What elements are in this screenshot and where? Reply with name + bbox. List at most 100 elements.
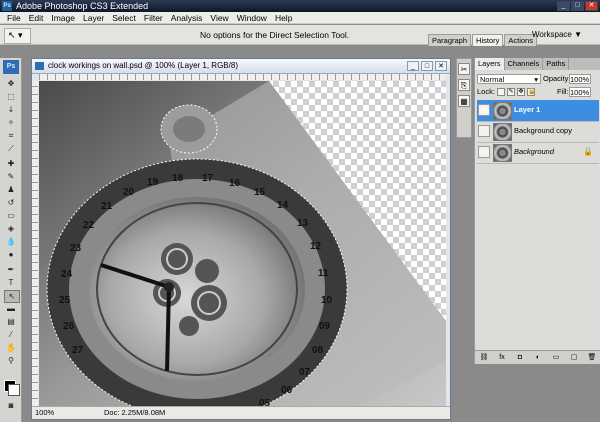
- layer-row-background[interactable]: Background 🔒: [477, 142, 599, 164]
- paint-bucket-icon[interactable]: ◈: [4, 223, 18, 234]
- clock-number: 06: [281, 385, 293, 396]
- doc-maximize-button[interactable]: □: [421, 61, 433, 71]
- link-layers-icon[interactable]: ⛓: [479, 353, 489, 362]
- background-color-swatch[interactable]: [8, 384, 20, 396]
- layer-row-layer-1[interactable]: 👁 Layer 1: [477, 100, 599, 122]
- clock-number: 18: [172, 173, 184, 184]
- doc-close-button[interactable]: ✕: [435, 61, 447, 71]
- menu-file[interactable]: File: [3, 12, 25, 24]
- layer-row-background-copy[interactable]: Background copy: [477, 121, 599, 143]
- eye-icon[interactable]: 👁: [478, 104, 490, 116]
- clock-number: 21: [101, 201, 113, 212]
- blur-tool-icon[interactable]: 💧: [4, 236, 18, 247]
- menu-image[interactable]: Image: [47, 12, 79, 24]
- lock-all-icon[interactable]: 🔒: [527, 88, 535, 96]
- lock-label: Lock:: [477, 87, 495, 96]
- clock-number: 23: [70, 243, 82, 254]
- clock-number: 26: [63, 321, 75, 332]
- clock-number: 22: [83, 220, 95, 231]
- adjustment-layer-icon[interactable]: ◐: [533, 353, 543, 362]
- marquee-tool-icon[interactable]: ⬚: [4, 91, 18, 102]
- lock-image-icon[interactable]: ✎: [507, 88, 515, 96]
- lock-position-icon[interactable]: ✥: [517, 88, 525, 96]
- lock-transparent-icon[interactable]: [497, 88, 505, 96]
- new-layer-icon[interactable]: ▢: [569, 353, 579, 362]
- clock-number: 11: [318, 268, 329, 279]
- notes-tool-icon[interactable]: ▤: [4, 316, 18, 327]
- layer-thumbnail: [493, 123, 512, 141]
- layer-name: Background: [514, 147, 555, 156]
- menu-filter[interactable]: Filter: [140, 12, 167, 24]
- clock-photo: 18 17 16 15 14 13 12 11 10 09 08 07 06 0…: [39, 81, 446, 407]
- workspace-menu[interactable]: Workspace ▼: [532, 30, 582, 40]
- maximize-button[interactable]: □: [571, 1, 584, 11]
- brushes-panel-icon[interactable]: ▦: [458, 95, 470, 107]
- close-button[interactable]: ✕: [585, 1, 598, 11]
- clock-minute-hand: [165, 286, 171, 372]
- menu-select[interactable]: Select: [108, 12, 140, 24]
- clock-number: 12: [310, 241, 322, 252]
- tab-paths[interactable]: Paths: [543, 58, 570, 70]
- visibility-toggle[interactable]: [478, 146, 490, 158]
- eraser-tool-icon[interactable]: ▭: [4, 210, 18, 221]
- brush-tool-icon[interactable]: ✎: [4, 171, 18, 182]
- title-bar: Ps Adobe Photoshop CS3 Extended _ □ ✕: [0, 0, 600, 12]
- visibility-toggle[interactable]: [478, 125, 490, 137]
- magic-wand-icon[interactable]: ✧: [4, 117, 18, 128]
- shape-tool-icon[interactable]: ▬: [4, 303, 18, 314]
- move-tool-icon[interactable]: ✥: [4, 78, 18, 89]
- image-canvas[interactable]: 18 17 16 15 14 13 12 11 10 09 08 07 06 0…: [39, 81, 446, 407]
- eyedropper-tool-icon[interactable]: ⁄: [4, 329, 18, 340]
- stamp-tool-icon[interactable]: ♟: [4, 184, 18, 195]
- tab-paragraph[interactable]: Paragraph: [428, 34, 472, 46]
- clock-number: 17: [202, 173, 214, 184]
- trash-icon[interactable]: 🗑: [587, 353, 597, 362]
- blend-mode-select[interactable]: Normal ▾: [477, 74, 541, 84]
- tool-preset-picker[interactable]: ↖ ▾: [4, 28, 31, 44]
- crop-tool-icon[interactable]: ⌗: [4, 130, 18, 141]
- zoom-tool-icon[interactable]: ⚲: [4, 355, 18, 366]
- hand-tool-icon[interactable]: ✋: [4, 342, 18, 353]
- opacity-field[interactable]: 100%: [569, 74, 591, 84]
- horizontal-ruler: [39, 74, 446, 80]
- fill-label: Fill:: [557, 87, 569, 96]
- lock-icon: 🔒: [583, 147, 593, 156]
- clock-number: 19: [147, 177, 159, 188]
- layers-panel: Layers Channels Paths Normal ▾ Opacity: 1…: [474, 58, 600, 364]
- layer-thumbnail: [493, 144, 512, 162]
- menu-help[interactable]: Help: [271, 12, 296, 24]
- tab-channels[interactable]: Channels: [505, 58, 544, 70]
- fill-field[interactable]: 100%: [569, 87, 591, 97]
- direct-selection-tool-icon[interactable]: ↖: [4, 290, 20, 303]
- menu-layer[interactable]: Layer: [79, 12, 108, 24]
- app-title: Adobe Photoshop CS3 Extended: [16, 1, 149, 11]
- doc-minimize-button[interactable]: _: [407, 61, 419, 71]
- add-mask-icon[interactable]: ◘: [515, 353, 525, 362]
- menu-edit[interactable]: Edit: [25, 12, 48, 24]
- tool-presets-icon[interactable]: ✂: [458, 63, 470, 75]
- menu-window[interactable]: Window: [233, 12, 271, 24]
- dodge-tool-icon[interactable]: ●: [4, 249, 18, 260]
- slice-tool-icon[interactable]: ⟋: [4, 143, 18, 154]
- layers-panel-tabs: Layers Channels Paths: [475, 58, 600, 70]
- pen-tool-icon[interactable]: ✒: [4, 264, 18, 275]
- document-size-info[interactable]: Doc: 2.25M/8.08M: [104, 407, 165, 419]
- tab-history[interactable]: History: [472, 34, 504, 46]
- fx-icon[interactable]: fx: [497, 353, 507, 362]
- clock-number: 14: [277, 200, 289, 211]
- history-brush-icon[interactable]: ↺: [4, 197, 18, 208]
- clock-number: 20: [123, 187, 135, 198]
- healing-brush-icon[interactable]: ✚: [4, 158, 18, 169]
- clock-face: [89, 197, 305, 381]
- type-tool-icon[interactable]: T: [4, 277, 18, 288]
- tab-layers[interactable]: Layers: [475, 58, 505, 70]
- minimize-button[interactable]: _: [557, 1, 570, 11]
- zoom-level[interactable]: 100%: [35, 407, 54, 419]
- new-group-icon[interactable]: ▭: [551, 353, 561, 362]
- quick-mask-icon[interactable]: ◙: [4, 400, 18, 411]
- clock-number: 16: [229, 178, 241, 189]
- menu-analysis[interactable]: Analysis: [167, 12, 207, 24]
- lasso-tool-icon[interactable]: ↆ: [4, 104, 18, 115]
- menu-view[interactable]: View: [206, 12, 232, 24]
- clone-source-icon[interactable]: ⎘: [458, 79, 470, 91]
